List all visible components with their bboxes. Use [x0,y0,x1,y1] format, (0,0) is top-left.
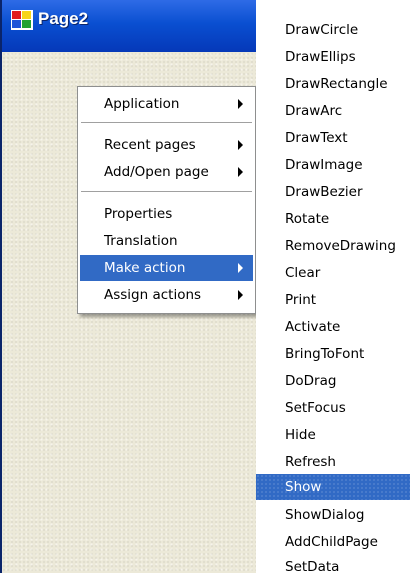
submenu-item-label: Hide [285,427,316,443]
menu-item-label: Application [104,96,180,112]
submenu-item[interactable]: Rotate [256,206,410,232]
menu-item-recent-pages[interactable]: Recent pages [80,132,253,158]
submenu-item[interactable]: Clear [256,260,410,286]
menu-item-assign-actions[interactable]: Assign actions [80,282,253,308]
submenu-item[interactable]: RemoveDrawing [256,233,410,259]
submenu-item-label: ShowDialog [285,507,365,523]
submenu-item-highlighted[interactable]: Show [256,474,410,500]
menu-item-make-action[interactable]: Make action [80,255,253,281]
submenu-item[interactable]: DrawEllips [256,44,410,70]
submenu-item-label: Print [285,292,317,308]
submenu-item-label: Activate [285,319,341,335]
menu-item-label: Translation [104,233,178,249]
submenu-item-label: DrawBezier [285,184,363,200]
submenu-arrow-icon [238,263,243,273]
submenu-item[interactable]: Activate [256,314,410,340]
menu-item-application[interactable]: Application [80,91,253,117]
submenu-item[interactable]: ShowDialog [256,502,410,528]
submenu-item[interactable]: DrawBezier [256,179,410,205]
submenu-item[interactable]: Print [256,287,410,313]
window-title: Page2 [38,9,89,28]
submenu-item[interactable]: Refresh [256,449,410,475]
submenu-item-label: Clear [285,265,321,281]
submenu-item[interactable]: DrawArc [256,98,410,124]
submenu-item-label: BringToFont [285,346,365,362]
submenu-item-label: DoDrag [285,373,337,389]
submenu-item[interactable]: AddChildPage [256,529,410,555]
menu-item-add-open-page[interactable]: Add/Open page [80,159,253,185]
submenu-item[interactable]: SetFocus [256,395,410,421]
submenu-item-label: SetData [285,559,340,575]
submenu-item[interactable]: DrawCircle [256,17,410,43]
title-bar[interactable]: Page2 [2,0,264,52]
submenu-item[interactable]: DrawImage [256,152,410,178]
submenu-item-label: DrawText [285,130,348,146]
submenu-item-label: DrawArc [285,103,343,119]
submenu-item-label: SetFocus [285,400,346,416]
app-window-icon [11,10,33,30]
menu-item-label: Add/Open page [104,164,209,180]
submenu-item-label: Show [285,479,322,495]
submenu-item-label: RemoveDrawing [285,238,396,254]
submenu-arrow-icon [238,290,243,300]
submenu-item[interactable]: BringToFont [256,341,410,367]
submenu-arrow-icon [238,167,243,177]
menu-item-properties[interactable]: Properties [80,201,253,227]
menu-item-label: Assign actions [104,287,202,303]
submenu-item-label: DrawRectangle [285,76,388,92]
action-submenu: DrawCircle DrawEllips DrawRectangle Draw… [256,0,410,575]
submenu-item-label: DrawEllips [285,49,356,65]
submenu-item-label: DrawCircle [285,22,359,38]
menu-item-label: Make action [104,260,186,276]
submenu-item-label: Refresh [285,454,336,470]
submenu-arrow-icon [238,140,243,150]
context-menu: Application Recent pages Add/Open page P… [77,86,256,314]
menu-separator [81,191,252,193]
submenu-arrow-icon [238,99,243,109]
menu-item-label: Recent pages [104,137,196,153]
menu-separator [81,122,252,124]
submenu-item[interactable]: SetData [256,554,410,580]
submenu-item[interactable]: DrawText [256,125,410,151]
menu-item-label: Properties [104,206,173,222]
menu-item-translation[interactable]: Translation [80,228,253,254]
submenu-item[interactable]: DoDrag [256,368,410,394]
submenu-item[interactable]: Hide [256,422,410,448]
submenu-item-label: DrawImage [285,157,363,173]
submenu-item[interactable]: DrawRectangle [256,71,410,97]
submenu-item-label: Rotate [285,211,330,227]
submenu-item-label: AddChildPage [285,534,378,550]
